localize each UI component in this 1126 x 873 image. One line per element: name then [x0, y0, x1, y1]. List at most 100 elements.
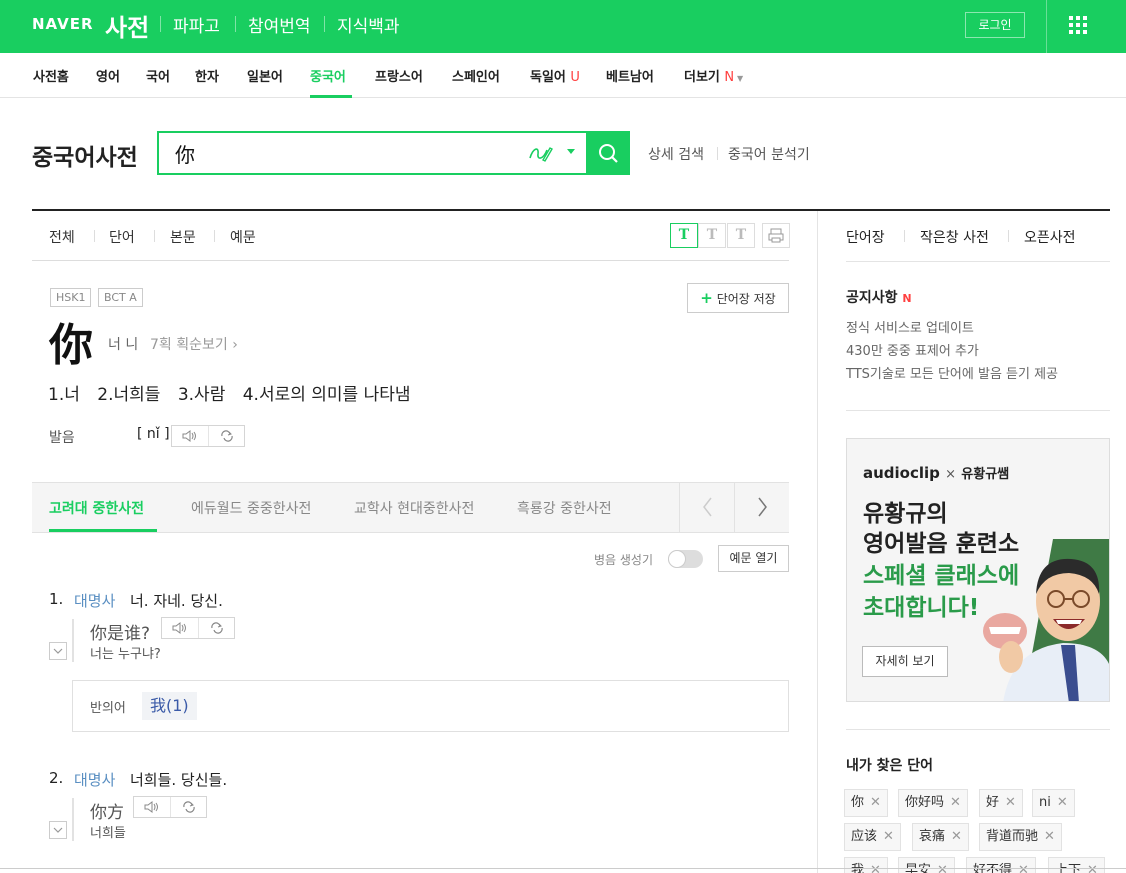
remove-icon[interactable]: ✕	[1005, 795, 1016, 810]
notice-item[interactable]: 정식 서비스로 업데이트	[846, 317, 974, 336]
dict-tab-heilongjiang[interactable]: 흑룡강 중한사전	[517, 498, 612, 518]
chevron-down-icon	[53, 827, 63, 833]
sidebar-tab-wordbook[interactable]: 단어장	[846, 227, 885, 247]
remove-icon[interactable]: ✕	[1044, 829, 1055, 844]
chevron-left-icon	[703, 497, 712, 517]
dictionary-logo[interactable]: 사전	[105, 8, 149, 43]
sense-definition: 너. 자네. 당신.	[130, 592, 223, 610]
recent-word-chip[interactable]: 你好吗 ✕	[898, 789, 968, 817]
ad-headline: 유황규의	[863, 501, 948, 527]
lang-tab-japanese[interactable]: 일본어	[247, 66, 283, 85]
chevron-right-icon: ›	[232, 337, 238, 353]
remove-icon[interactable]: ✕	[950, 795, 961, 810]
font-size-medium-button[interactable]: T	[698, 223, 726, 248]
recent-word-chip[interactable]: 好 ✕	[979, 789, 1023, 817]
lang-tab-chinese[interactable]: 중국어	[310, 66, 346, 85]
login-button[interactable]: 로그인	[965, 12, 1025, 38]
advanced-search-link[interactable]: 상세 검색	[648, 144, 704, 164]
recent-word-chip[interactable]: 好不得 ✕	[966, 857, 1036, 873]
top-nav-divider	[235, 16, 236, 32]
remove-icon[interactable]: ✕	[1057, 795, 1068, 810]
part-of-speech[interactable]: 대명사	[74, 769, 115, 790]
font-size-large-button[interactable]: T	[727, 223, 755, 248]
naver-logo[interactable]: NAVER	[32, 15, 94, 33]
result-tab-word[interactable]: 단어	[109, 227, 135, 247]
dict-tab-korea-univ[interactable]: 고려대 중한사전	[49, 498, 144, 518]
expand-example-toggle[interactable]	[49, 821, 67, 839]
top-nav-encyclopedia[interactable]: 지식백과	[337, 12, 400, 37]
lang-tab-english[interactable]: 영어	[96, 66, 120, 85]
search-button[interactable]	[587, 131, 630, 175]
example-audio-controls	[133, 796, 207, 818]
lang-tab-home[interactable]: 사전홈	[33, 66, 69, 85]
top-nav-papago[interactable]: 파파고	[173, 12, 220, 37]
repeat-icon[interactable]	[170, 797, 206, 817]
stroke-order-link[interactable]: 7획 획순보기 ›	[150, 334, 238, 354]
sidebar-tab-mini-dictionary[interactable]: 작은창 사전	[920, 227, 989, 247]
caret-down-icon: ▼	[734, 74, 744, 83]
handwriting-icon[interactable]	[527, 142, 553, 164]
chinese-analyzer-link[interactable]: 중국어 분석기	[728, 144, 810, 164]
search-icon	[599, 144, 618, 163]
search-input[interactable]	[175, 139, 515, 167]
antonym-box: 반의어 我(1)	[72, 680, 789, 732]
lang-tab-vietnamese[interactable]: 베트남어	[606, 66, 654, 85]
input-mode-dropdown-icon[interactable]	[567, 149, 575, 154]
new-badge: N	[724, 70, 735, 85]
recent-word-chip[interactable]: 早安 ✕	[898, 857, 955, 873]
lang-tab-korean[interactable]: 국어	[146, 66, 170, 85]
recent-word-chip[interactable]: 你 ✕	[844, 789, 888, 817]
next-dict-button[interactable]	[734, 483, 789, 532]
speaker-icon[interactable]	[134, 797, 170, 817]
tab-divider	[904, 230, 905, 242]
speaker-icon[interactable]	[162, 618, 198, 638]
advertisement-banner[interactable]: audioclip × 유황규쌤 유황규의 영어발음 훈련소 스페셜 클래스에 …	[846, 438, 1110, 702]
lang-tab-more[interactable]: 더보기 N ▼	[684, 66, 743, 85]
result-tab-all[interactable]: 전체	[49, 227, 75, 247]
open-examples-button[interactable]: 예문 열기	[718, 545, 789, 572]
search-box	[157, 131, 588, 175]
entry-headword: 你	[49, 320, 93, 371]
lang-tab-hanja[interactable]: 한자	[195, 66, 219, 85]
recent-word-chip[interactable]: 背道而驰 ✕	[979, 823, 1062, 851]
lang-tab-spanish[interactable]: 스페인어	[452, 66, 500, 85]
grid-menu-icon[interactable]	[1069, 16, 1087, 34]
part-of-speech[interactable]: 대명사	[74, 590, 115, 611]
speaker-icon[interactable]	[172, 426, 208, 446]
notice-item[interactable]: TTS기술로 모든 단어에 발음 듣기 제공	[846, 363, 1058, 382]
recent-word-chip[interactable]: ni ✕	[1032, 789, 1075, 817]
pronunciation-controls	[171, 425, 245, 447]
notice-item[interactable]: 430만 중중 표제어 추가	[846, 340, 979, 359]
lang-tab-german[interactable]: 독일어 U	[530, 66, 580, 85]
recent-word-chip[interactable]: 上下 ✕	[1048, 857, 1105, 873]
remove-icon[interactable]: ✕	[870, 795, 881, 810]
dict-tab-eduworld[interactable]: 에듀월드 중중한사전	[191, 498, 311, 518]
antonym-link[interactable]: 我(1)	[142, 692, 197, 720]
dict-tab-kyohaksa[interactable]: 교학사 현대중한사전	[354, 498, 474, 518]
font-size-small-button[interactable]: T	[670, 223, 698, 248]
recent-word-chip[interactable]: 我 ✕	[844, 857, 888, 873]
recent-word-chip[interactable]: 应该 ✕	[844, 823, 901, 851]
pinyin-generator-toggle[interactable]	[668, 550, 703, 568]
prev-dict-button[interactable]	[679, 483, 734, 532]
remove-icon[interactable]: ✕	[883, 829, 894, 844]
sidebar-tab-open-dictionary[interactable]: 오픈사전	[1024, 227, 1076, 247]
result-tab-text[interactable]: 본문	[170, 227, 196, 247]
remove-icon[interactable]: ✕	[951, 829, 962, 844]
active-tab-indicator	[310, 95, 352, 98]
recent-word-chip[interactable]: 哀痛 ✕	[912, 823, 969, 851]
chevron-right-icon	[758, 497, 767, 517]
update-badge: U	[570, 70, 580, 85]
example-chinese: 你方	[90, 803, 124, 823]
lang-tab-french[interactable]: 프랑스어	[375, 66, 423, 85]
top-nav-translation[interactable]: 참여번역	[248, 12, 311, 37]
save-to-wordbook-button[interactable]: + 단어장 저장	[687, 283, 789, 313]
expand-example-toggle[interactable]	[49, 642, 67, 660]
repeat-icon[interactable]	[198, 618, 234, 638]
result-tab-example[interactable]: 예문	[230, 227, 256, 247]
print-button[interactable]	[762, 223, 790, 248]
repeat-icon[interactable]	[208, 426, 244, 446]
example-korean: 너는 누구냐?	[90, 647, 161, 662]
ad-more-button[interactable]: 자세히 보기	[862, 646, 948, 677]
top-bar: NAVER 사전 파파고 참여번역 지식백과 로그인	[0, 0, 1126, 53]
